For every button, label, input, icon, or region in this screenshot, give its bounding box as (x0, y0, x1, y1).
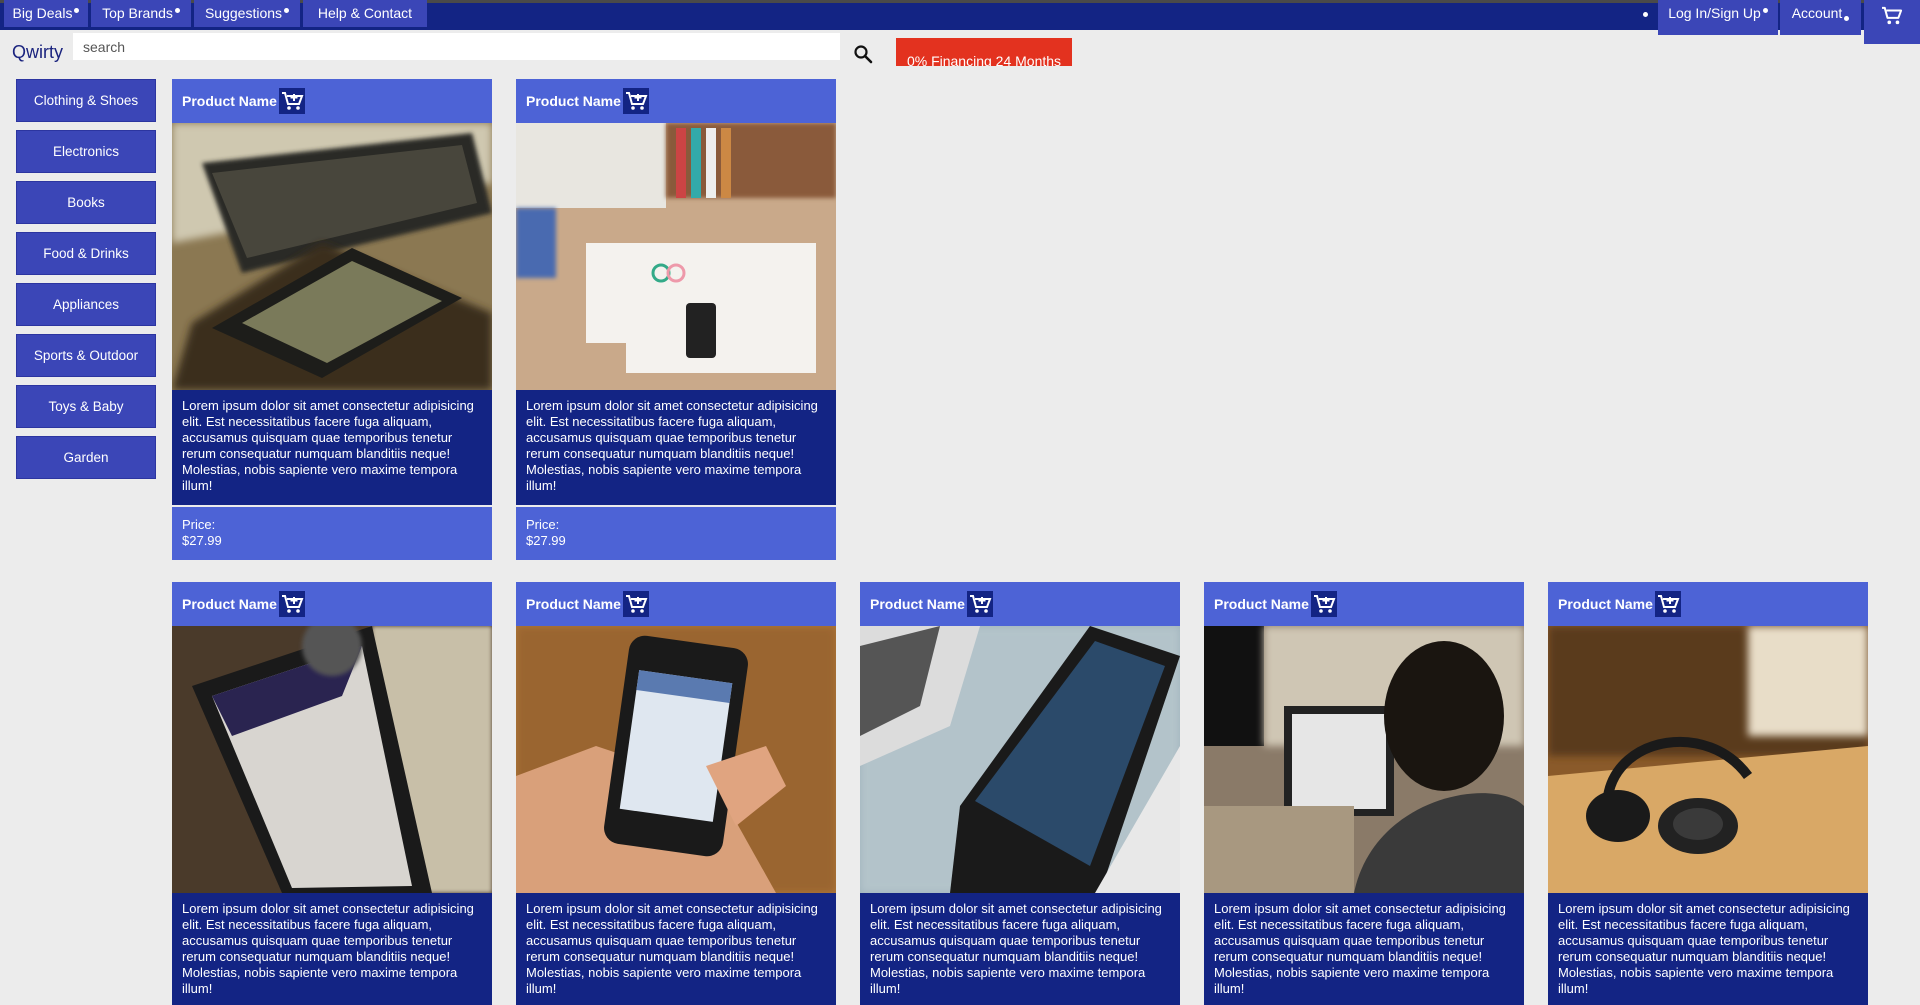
search-input[interactable] (73, 33, 840, 60)
nav-tab-top-brands[interactable]: Top Brands (91, 0, 191, 27)
product-card[interactable]: Product Name Lorem ipsum dolor sit amet … (516, 582, 836, 1005)
nav-tab-label: Top Brands (102, 5, 173, 21)
account-label: Account (1791, 5, 1843, 21)
tablet-ebook-photo[interactable] (172, 626, 492, 893)
product-price-box: Price: $27.99 (172, 507, 492, 560)
product-description: Lorem ipsum dolor sit amet consectetur a… (860, 893, 1180, 1005)
brand-logo[interactable]: Qwirty (12, 42, 63, 63)
add-to-cart-icon[interactable] (1654, 591, 1681, 617)
dot-icon (74, 7, 80, 13)
dot-icon (1844, 15, 1850, 21)
category-toys-baby[interactable]: Toys & Baby (16, 385, 156, 428)
category-electronics[interactable]: Electronics (16, 130, 156, 173)
promo-banner[interactable]: 0% Financing 24 Months (896, 38, 1072, 66)
dot-icon (1643, 12, 1648, 17)
product-name: Product Name (870, 596, 965, 612)
nav-tab-label: Help & Contact (317, 5, 413, 21)
product-name: Product Name (182, 93, 277, 109)
product-name: Product Name (526, 596, 621, 612)
cart-button[interactable] (1864, 0, 1920, 44)
product-card-header: Product Name (516, 79, 836, 123)
product-name: Product Name (1214, 596, 1309, 612)
price-value: $27.99 (526, 533, 566, 548)
add-to-cart-icon[interactable] (966, 591, 993, 617)
headphones-photo[interactable] (1548, 626, 1868, 893)
product-card[interactable]: Product Name Lorem ipsum dolor sit amet … (172, 582, 492, 1005)
product-name: Product Name (526, 93, 621, 109)
promo-label: 0% Financing 24 Months (906, 53, 1062, 66)
product-description: Lorem ipsum dolor sit amet consectetur a… (516, 390, 836, 505)
nav-tab-big-deals[interactable]: Big Deals (4, 0, 88, 27)
category-sports-outdoor[interactable]: Sports & Outdoor (16, 334, 156, 377)
laptop-and-smartphone-photo[interactable] (172, 123, 492, 390)
person-at-computer-photo[interactable] (1204, 626, 1524, 893)
product-name: Product Name (1558, 596, 1653, 612)
product-card[interactable]: Product Name Lorem ipsum dolor sit amet … (172, 79, 492, 560)
search-icon (854, 45, 873, 64)
product-card-header: Product Name (172, 79, 492, 123)
nav-tab-label: Big Deals (12, 5, 73, 21)
product-card-header: Product Name (1204, 582, 1524, 626)
product-card-header: Product Name (172, 582, 492, 626)
category-garden[interactable]: Garden (16, 436, 156, 479)
product-card-header: Product Name (516, 582, 836, 626)
product-description: Lorem ipsum dolor sit amet consectetur a… (172, 390, 492, 505)
product-card[interactable]: Product Name Lorem ipsum dolor sit amet … (1548, 582, 1868, 1005)
add-to-cart-icon[interactable] (622, 88, 649, 114)
category-books[interactable]: Books (16, 181, 156, 224)
shopping-cart-icon (1882, 6, 1903, 25)
product-card[interactable]: Product Name Lorem ipsum dolor sit amet … (860, 582, 1180, 1005)
add-to-cart-icon[interactable] (278, 591, 305, 617)
product-card[interactable]: Product Name Lorem ipsum dolor sit amet … (516, 79, 836, 560)
product-name: Product Name (182, 596, 277, 612)
add-to-cart-icon[interactable] (1310, 591, 1337, 617)
category-clothing-shoes[interactable]: Clothing & Shoes (16, 79, 156, 122)
add-to-cart-icon[interactable] (622, 591, 649, 617)
login-signup-button[interactable]: Log In/Sign Up (1658, 0, 1778, 35)
nav-tab-help-contact[interactable]: Help & Contact (303, 0, 427, 27)
product-price-box: Price: $27.99 (516, 507, 836, 560)
category-food-drinks[interactable]: Food & Drinks (16, 232, 156, 275)
dot-icon (284, 7, 290, 13)
dot-icon (1762, 7, 1768, 13)
price-value: $27.99 (182, 533, 222, 548)
desk-flatlay-photo[interactable] (516, 123, 836, 390)
product-description: Lorem ipsum dolor sit amet consectetur a… (1548, 893, 1868, 1005)
login-label: Log In/Sign Up (1668, 5, 1761, 21)
product-card-header: Product Name (1548, 582, 1868, 626)
nav-tab-suggestions[interactable]: Suggestions (194, 0, 300, 27)
dot-icon (174, 7, 180, 13)
product-description: Lorem ipsum dolor sit amet consectetur a… (516, 893, 836, 1005)
price-label: Price: (526, 517, 560, 532)
phone-in-hand-photo[interactable] (516, 626, 836, 893)
laptop-screen-photo[interactable] (860, 626, 1180, 893)
price-label: Price: (182, 517, 216, 532)
product-card-header: Product Name (860, 582, 1180, 626)
search-button[interactable] (852, 44, 874, 66)
product-description: Lorem ipsum dolor sit amet consectetur a… (1204, 893, 1524, 1005)
product-description: Lorem ipsum dolor sit amet consectetur a… (172, 893, 492, 1005)
account-button[interactable]: Account (1780, 0, 1861, 35)
category-appliances[interactable]: Appliances (16, 283, 156, 326)
add-to-cart-icon[interactable] (278, 88, 305, 114)
product-card[interactable]: Product Name Lorem ipsum dolor sit amet … (1204, 582, 1524, 1005)
nav-tab-label: Suggestions (204, 5, 283, 21)
